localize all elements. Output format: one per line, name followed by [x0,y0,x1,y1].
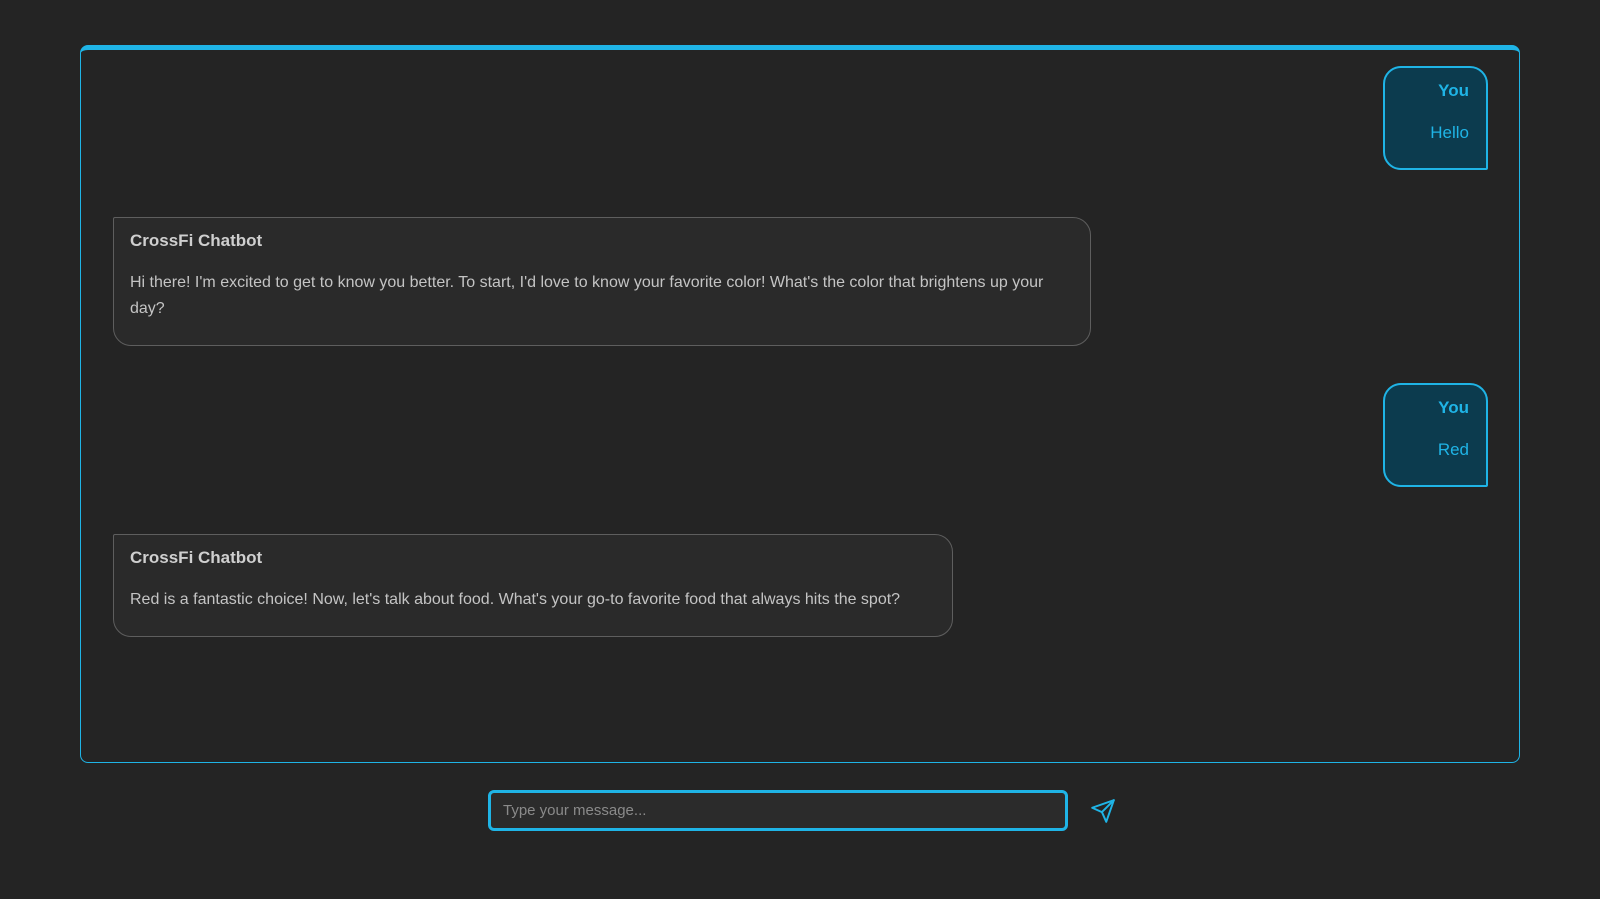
message-sender: CrossFi Chatbot [130,231,263,250]
chat-window[interactable]: You Hello CrossFi Chatbot Hi there! I'm … [80,45,1520,763]
message-text: Hello [1430,123,1469,142]
message-sender: CrossFi Chatbot [130,548,263,567]
message-sender: You [1438,81,1469,100]
user-message: You Hello [1383,66,1488,170]
message-composer [488,790,1118,832]
bot-message: CrossFi Chatbot Hi there! I'm excited to… [113,217,1091,346]
message-text: Hi there! I'm excited to get to know you… [130,274,1044,317]
message-sender: You [1438,398,1469,417]
user-message: You Red [1383,383,1488,487]
bot-message: CrossFi Chatbot Red is a fantastic choic… [113,534,953,637]
message-input[interactable] [488,790,1068,831]
message-text: Red is a fantastic choice! Now, let's ta… [130,591,901,608]
send-icon [1090,798,1116,824]
send-button[interactable] [1086,794,1120,828]
message-text: Red [1437,440,1469,459]
